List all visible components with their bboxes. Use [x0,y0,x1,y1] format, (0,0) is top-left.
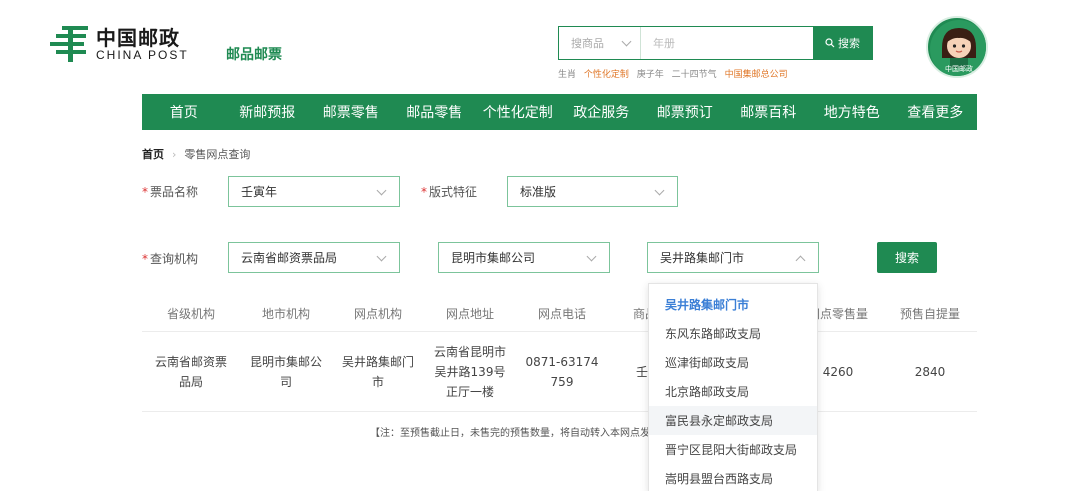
column-header-phone: 网点电话 [537,307,587,321]
nav-item-stamp-encyclopedia[interactable]: 邮票百科 [727,94,811,130]
search-input[interactable] [641,27,813,59]
product-name-label-text: 票品名称 [150,185,199,199]
dropdown-option[interactable]: 嵩明县盟台西路支局 [649,464,817,491]
outlet-dropdown-menu: 吴井路集邮门市 东风东路邮政支局 巡津街邮政支局 北京路邮政支局 富民县永定邮政… [648,283,818,491]
chevron-down-icon [621,36,632,47]
mascot-illustration: 中国邮政 [930,20,986,76]
required-asterisk: * [421,185,427,199]
city-value: 昆明市集邮公司 [451,251,536,265]
breadcrumb-home[interactable]: 首页 [142,146,164,162]
cell-city: 昆明市集邮公司 [249,355,322,389]
cell-retail-count: 4260 [822,365,854,379]
search-category-label: 搜商品 [571,37,604,50]
chevron-down-icon [376,251,387,262]
cell-phone: 0871-63174759 [525,355,599,389]
nav-item-local-specialty[interactable]: 地方特色 [810,94,894,130]
nav-item-stamp-booking[interactable]: 邮票预订 [643,94,727,130]
logo-english-text: CHINA POST [96,48,189,62]
main-nav: 首页 新邮预报 邮票零售 邮品零售 个性化定制 政企服务 邮票预订 邮票百科 地… [142,94,977,130]
column-header-address: 网点地址 [445,307,495,321]
query-search-button[interactable]: 搜索 [877,242,937,273]
chevron-down-icon [586,251,597,262]
nav-item-personalized[interactable]: 个性化定制 [476,94,560,130]
nav-item-postal-goods-retail[interactable]: 邮品零售 [393,94,477,130]
nav-item-home[interactable]: 首页 [142,94,226,130]
china-post-logo[interactable]: 中国邮政 CHINA POST [48,22,208,68]
chevron-down-icon [654,185,665,196]
breadcrumb-current: 零售网点查询 [184,148,251,161]
outlet-value: 吴井路集邮门市 [660,251,745,265]
required-asterisk: * [142,252,148,266]
mascot-caption: 中国邮政 [945,64,973,73]
breadcrumb: 首页 › 零售网点查询 [142,146,250,162]
dropdown-option[interactable]: 东风东路邮政支局 [649,319,817,348]
cell-province: 云南省邮资票品局 [154,355,227,389]
site-section-title: 邮品邮票 [226,47,282,63]
format-value: 标准版 [520,185,557,199]
cell-address: 云南省昆明市吴井路139号正厅一楼 [433,345,506,399]
logo-chinese-text: 中国邮政 [96,26,180,50]
nav-item-more[interactable]: 查看更多 [894,94,978,130]
hot-word[interactable]: 个性化定制 [584,70,629,80]
format-label: * 版式特征 [421,183,477,200]
chevron-right-icon: › [172,147,177,161]
hot-search-words: 生肖 个性化定制 庚子年 二十四节气 中国集邮总公司 [558,67,793,80]
required-asterisk: * [142,185,148,199]
hot-word[interactable]: 中国集邮总公司 [725,70,788,80]
format-select[interactable]: 标准版 [507,176,678,207]
column-header-province: 省级机构 [166,307,216,321]
search-button-label: 搜索 [838,37,860,50]
nav-item-stamp-retail[interactable]: 邮票零售 [309,94,393,130]
query-org-label-text: 查询机构 [150,252,199,266]
dropdown-option[interactable]: 富民县永定邮政支局 [649,406,817,435]
hot-word[interactable]: 庚子年 [637,70,664,80]
column-header-presale-count: 预售自提量 [899,307,961,321]
query-org-label: * 查询机构 [142,250,198,267]
outlet-select[interactable]: 吴井路集邮门市 [647,242,819,273]
product-name-value: 壬寅年 [241,185,278,199]
search-bar: 搜商品 搜索 [558,26,873,60]
province-value: 云南省邮资票品局 [241,251,338,265]
chevron-down-icon [376,185,387,196]
table-divider [142,331,977,332]
dropdown-option[interactable]: 晋宁区昆阳大街邮政支局 [649,435,817,464]
cell-presale-count: 2840 [914,365,946,379]
column-header-outlet: 网点机构 [353,307,403,321]
search-icon [825,38,835,48]
mascot-avatar[interactable]: 中国邮政 [926,16,988,78]
hot-word[interactable]: 生肖 [558,70,576,80]
cell-outlet: 吴井路集邮门市 [341,355,414,389]
nav-item-new-stamp-forecast[interactable]: 新邮预报 [226,94,310,130]
chevron-up-icon [795,255,806,266]
search-category-select[interactable]: 搜商品 [559,27,641,59]
product-name-label: * 票品名称 [142,183,198,200]
hot-word[interactable]: 二十四节气 [672,70,717,80]
search-button[interactable]: 搜索 [813,27,872,59]
nav-item-enterprise-service[interactable]: 政企服务 [560,94,644,130]
table-footnote: 【注：至预售截止日，未售完的预售数量，将自动转入本网点发 [370,428,650,439]
format-label-text: 版式特征 [429,185,478,199]
dropdown-option[interactable]: 巡津街邮政支局 [649,348,817,377]
cell-product: 壬 [635,365,649,379]
dropdown-option[interactable]: 北京路邮政支局 [649,377,817,406]
city-select[interactable]: 昆明市集邮公司 [438,242,610,273]
product-name-select[interactable]: 壬寅年 [228,176,400,207]
dropdown-option[interactable]: 吴井路集邮门市 [649,290,817,319]
table-divider [142,411,977,412]
column-header-city: 地市机构 [261,307,311,321]
china-post-emblem-icon [50,26,88,62]
province-select[interactable]: 云南省邮资票品局 [228,242,400,273]
